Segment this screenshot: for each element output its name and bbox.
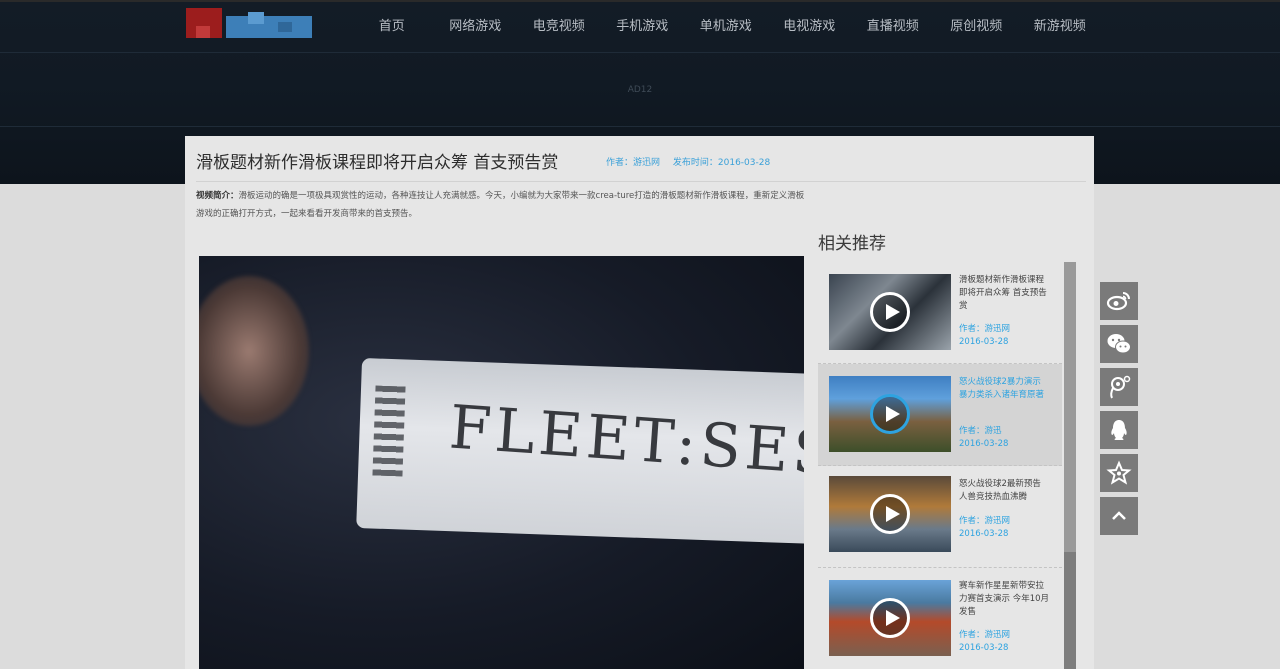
ad-slot-label: AD12 bbox=[627, 85, 653, 95]
wechat-icon bbox=[1107, 334, 1131, 354]
video-intro-label: 视频简介： bbox=[196, 191, 239, 201]
recommend-item-title[interactable]: 赛车新作星星新带安拉力赛首支演示 今年10月发售 bbox=[959, 580, 1051, 619]
nav-pc-games[interactable]: 单机游戏 bbox=[684, 14, 768, 40]
recommend-item-author: 作者：游迅网 bbox=[959, 630, 1011, 640]
weibo-icon bbox=[1106, 292, 1130, 311]
recommend-thumbnail[interactable] bbox=[829, 476, 951, 552]
recommend-title: 相关推荐 bbox=[818, 234, 886, 254]
video-player[interactable]: FLEET:SES bbox=[199, 256, 804, 669]
logo-block bbox=[226, 16, 312, 38]
recommend-thumbnail[interactable] bbox=[829, 274, 951, 350]
share-toolbar bbox=[1100, 282, 1138, 540]
recommend-item[interactable]: 滑板题材新作滑板课程即将开启众筹 首支预告赏 作者：游迅网 2016-03-28 bbox=[818, 262, 1062, 364]
share-wechat-button[interactable] bbox=[1100, 325, 1138, 363]
play-icon bbox=[870, 598, 910, 638]
recommend-item-title[interactable]: 滑板题材新作滑板课程即将开启众筹 首支预告赏 bbox=[959, 274, 1051, 313]
recommend-scrollbar[interactable] bbox=[1064, 262, 1076, 669]
recommend-thumbnail[interactable] bbox=[829, 376, 951, 452]
tencent-weibo-icon bbox=[1110, 375, 1131, 399]
back-to-top-icon bbox=[1112, 511, 1126, 520]
logo-block bbox=[248, 12, 264, 24]
video-intro-text: 滑板运动的确是一项极具观赏性的运动，各种连技让人充满就感。今天，小编就为大家带来… bbox=[196, 191, 805, 219]
play-icon bbox=[870, 494, 910, 534]
nav-home[interactable]: 首页 bbox=[350, 14, 434, 40]
logo-block bbox=[278, 22, 292, 32]
nav-original-video[interactable]: 原创视频 bbox=[935, 14, 1019, 40]
recommend-item-date: 2016-03-28 bbox=[959, 643, 1009, 653]
article-header: 滑板题材新作滑板课程即将开启众筹 首支预告赏 作者：游迅网 发布时间：2016-… bbox=[196, 150, 1086, 182]
recommend-item-date: 2016-03-28 bbox=[959, 529, 1009, 539]
article-container: 滑板题材新作滑板课程即将开启众筹 首支预告赏 作者：游迅网 发布时间：2016-… bbox=[185, 136, 1094, 669]
play-icon bbox=[870, 394, 910, 434]
share-tencent-weibo-button[interactable] bbox=[1100, 368, 1138, 406]
recommend-item[interactable]: 怒火战役球2暴力演示 暴力类杀入诸年育原著 作者：游迅 2016-03-28 bbox=[818, 364, 1062, 466]
recommend-item-author: 作者：游迅 bbox=[959, 426, 1002, 436]
recommend-item-date: 2016-03-28 bbox=[959, 337, 1009, 347]
scrollbar-track-upper bbox=[1064, 262, 1076, 552]
nav-live-video[interactable]: 直播视频 bbox=[851, 14, 935, 40]
recommend-item-author: 作者：游迅网 bbox=[959, 516, 1011, 526]
main-nav: 首页 网络游戏 电竞视频 手机游戏 单机游戏 电视游戏 直播视频 原创视频 新游… bbox=[350, 14, 1102, 40]
article-publish-time: 发布时间：2016-03-28 bbox=[672, 158, 771, 168]
qq-icon bbox=[1111, 420, 1127, 440]
recommend-item-title[interactable]: 怒火战役球2最新预告 人兽竞技热血沸腾 bbox=[959, 478, 1051, 504]
header-divider bbox=[0, 52, 1280, 53]
share-favorite-button[interactable] bbox=[1100, 454, 1138, 492]
recommend-item-author: 作者：游迅网 bbox=[959, 324, 1011, 334]
recommend-thumbnail[interactable] bbox=[829, 580, 951, 656]
nav-console-games[interactable]: 电视游戏 bbox=[768, 14, 852, 40]
video-intro: 视频简介：滑板运动的确是一项极具观赏性的运动，各种连技让人充满就感。今天，小编就… bbox=[196, 187, 806, 223]
play-icon bbox=[870, 292, 910, 332]
page-top-border bbox=[0, 0, 1280, 2]
recommend-list: 滑板题材新作滑板课程即将开启众筹 首支预告赏 作者：游迅网 2016-03-28… bbox=[818, 262, 1062, 669]
nav-new-game-video[interactable]: 新游视频 bbox=[1018, 14, 1102, 40]
recommend-item-title[interactable]: 怒火战役球2暴力演示 暴力类杀入诸年育原著 bbox=[959, 376, 1051, 402]
recommend-item[interactable]: 赛车新作星星新带安拉力赛首支演示 今年10月发售 作者：游迅网 2016-03-… bbox=[818, 568, 1062, 669]
ad-divider bbox=[0, 126, 1280, 127]
article-title: 滑板题材新作滑板课程即将开启众筹 首支预告赏 bbox=[196, 153, 559, 173]
scrollbar-thumb[interactable] bbox=[1064, 552, 1076, 669]
recommend-item-date: 2016-03-28 bbox=[959, 439, 1009, 449]
logo-block bbox=[196, 26, 210, 38]
recommend-panel: 滑板题材新作滑板课程即将开启众筹 首支预告赏 作者：游迅网 2016-03-28… bbox=[818, 262, 1076, 669]
nav-esports-video[interactable]: 电竞视频 bbox=[517, 14, 601, 40]
share-qq-button[interactable] bbox=[1100, 411, 1138, 449]
favorite-icon bbox=[1106, 460, 1132, 485]
nav-online-games[interactable]: 网络游戏 bbox=[434, 14, 518, 40]
video-frame-card-lines bbox=[372, 385, 406, 477]
back-to-top-button[interactable] bbox=[1100, 497, 1138, 535]
article-author: 作者：游迅网 bbox=[606, 158, 661, 168]
article-meta: 作者：游迅网 发布时间：2016-03-28 bbox=[606, 156, 780, 170]
nav-mobile-games[interactable]: 手机游戏 bbox=[601, 14, 685, 40]
site-logo[interactable] bbox=[186, 8, 312, 38]
recommend-item[interactable]: 怒火战役球2最新预告 人兽竞技热血沸腾 作者：游迅网 2016-03-28 bbox=[818, 466, 1062, 568]
share-weibo-button[interactable] bbox=[1100, 282, 1138, 320]
